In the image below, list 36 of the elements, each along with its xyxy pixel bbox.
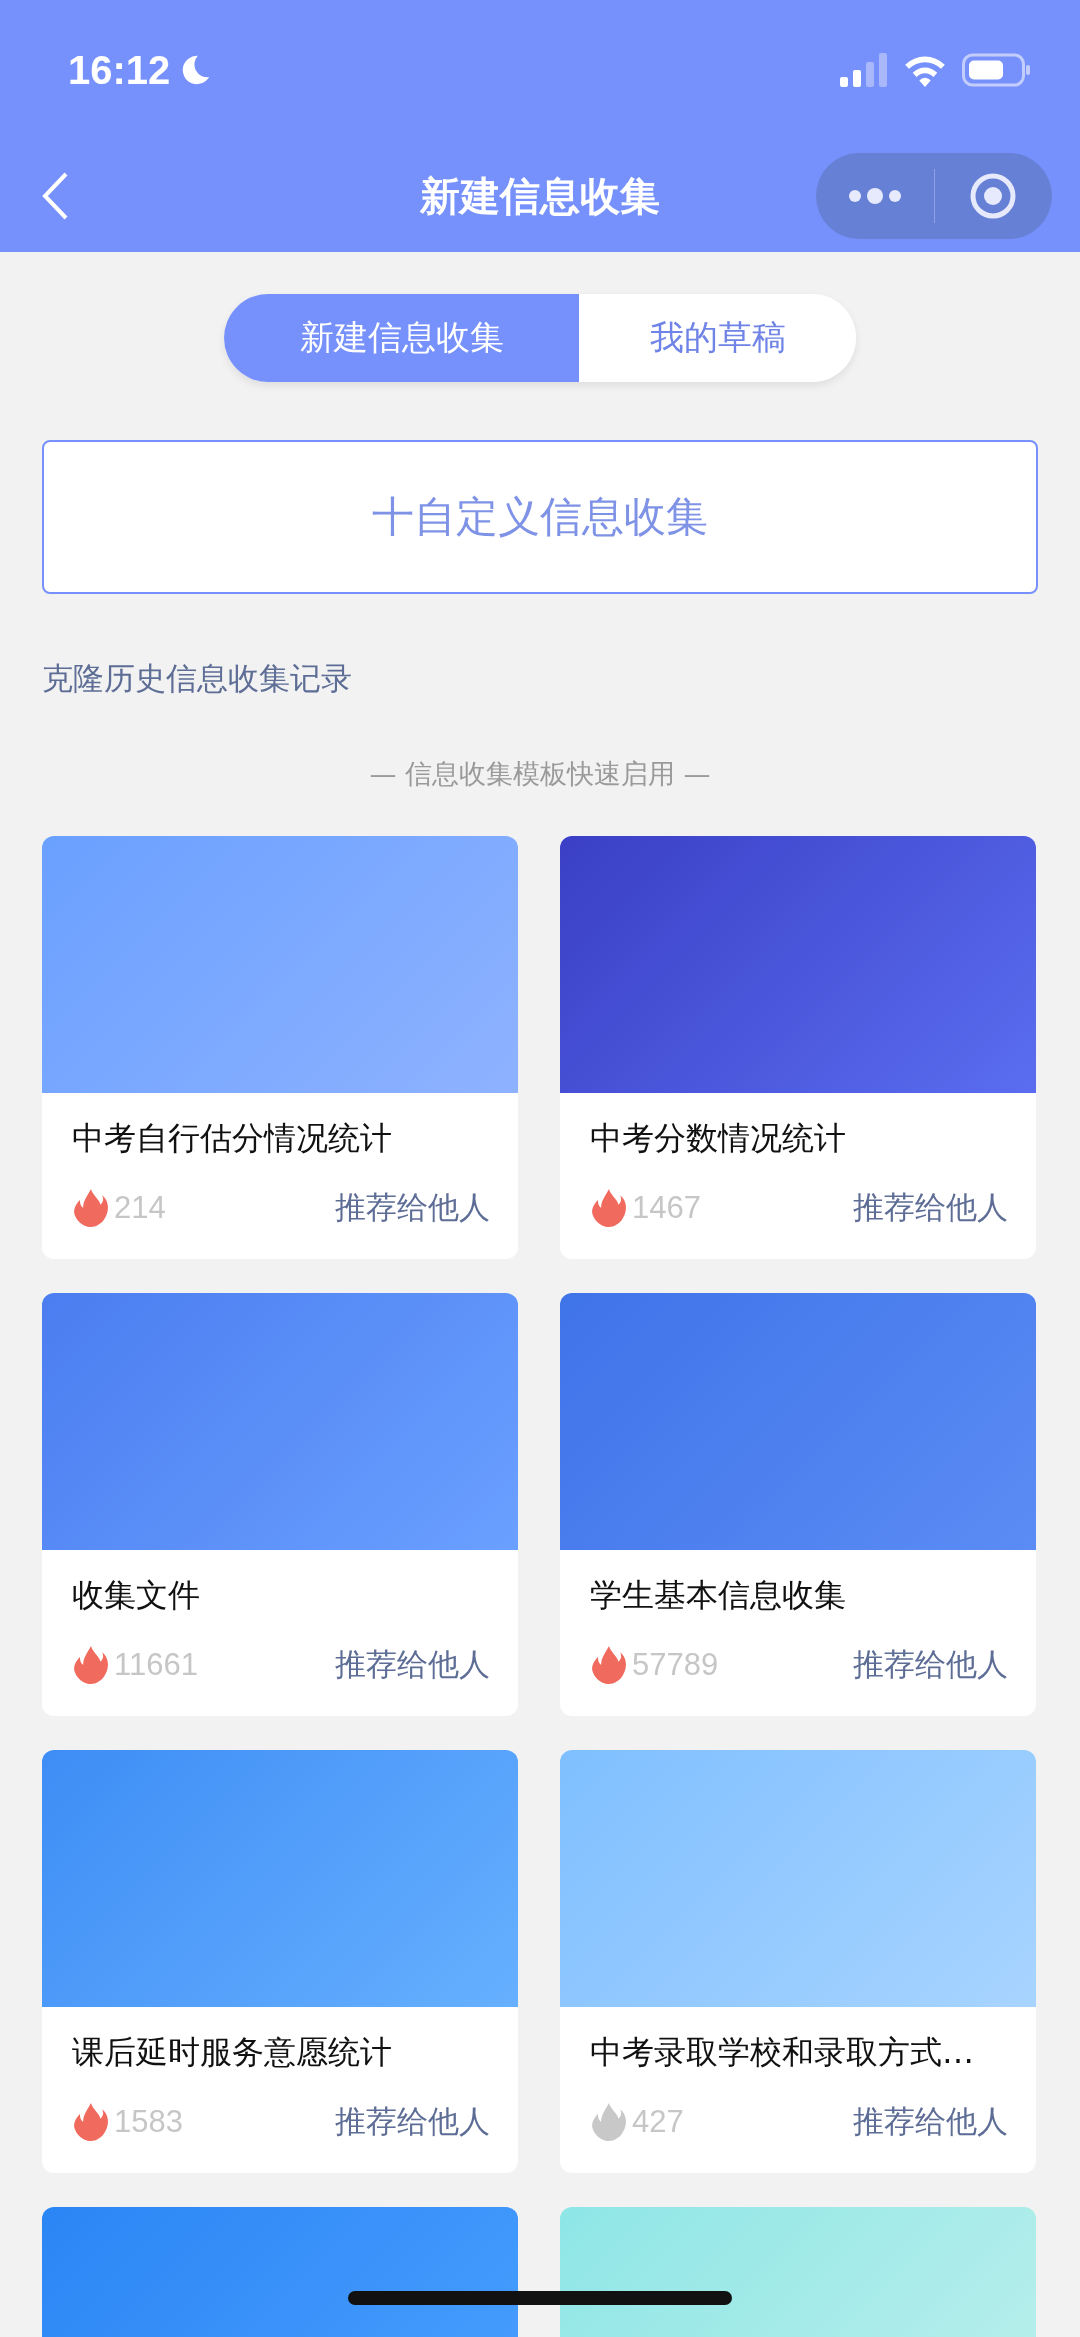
- template-card[interactable]: 收集文件 11661 推荐给他人: [42, 1293, 518, 1716]
- target-icon: [969, 172, 1018, 220]
- recommend-link[interactable]: 推荐给他人: [335, 1187, 490, 1229]
- use-count: 214: [114, 1190, 166, 1226]
- battery-icon: [962, 53, 1030, 87]
- use-count: 11661: [114, 1647, 198, 1683]
- status-time: 16:12: [68, 47, 171, 93]
- card-title: 中考自行估分情况统计: [71, 1118, 393, 1159]
- template-card[interactable]: 中考自行估分情况统计 214 推荐给他人: [42, 836, 518, 1259]
- recommend-link[interactable]: 推荐给他人: [853, 2101, 1008, 2143]
- template-card[interactable]: 学生基本信息收集 57789 推荐给他人: [560, 1293, 1036, 1716]
- custom-collection-button[interactable]: 十自定义信息收集: [42, 440, 1038, 594]
- template-card[interactable]: 中考录取学校和录取方式… 427 推荐给他人: [560, 1750, 1036, 2173]
- card-title: 收集文件: [71, 1575, 201, 1616]
- recommend-link[interactable]: 推荐给他人: [335, 2101, 490, 2143]
- back-icon[interactable]: [40, 171, 70, 221]
- signal-icon: [840, 53, 888, 87]
- card-title: 中考分数情况统计: [589, 1118, 847, 1159]
- use-count: 427: [632, 2104, 684, 2140]
- card-title: 学生基本信息收集: [589, 1575, 847, 1616]
- recommend-link[interactable]: 推荐给他人: [853, 1187, 1008, 1229]
- template-card[interactable]: 中考分数情况统计 1467 推荐给他人: [560, 836, 1036, 1259]
- use-count: 1467: [632, 1190, 701, 1226]
- section-title: — 信息收集模板快速启用 —: [369, 757, 711, 791]
- recommend-link[interactable]: 推荐给他人: [853, 1644, 1008, 1686]
- card-title: 中考录取学校和录取方式…: [589, 2032, 975, 2073]
- card-title: 课后延时服务意愿统计: [71, 2032, 393, 2073]
- recommend-link[interactable]: 推荐给他人: [335, 1644, 490, 1686]
- segment-tab[interactable]: 我的草稿: [579, 294, 856, 382]
- use-count: 57789: [632, 1647, 719, 1683]
- segment-tab[interactable]: 新建信息收集: [224, 294, 579, 382]
- more-icon: [846, 187, 903, 205]
- template-card[interactable]: 课后延时服务意愿统计 1583 推荐给他人: [42, 1750, 518, 2173]
- page-title: 新建信息收集: [420, 171, 660, 221]
- use-count: 1583: [114, 2104, 183, 2140]
- clone-history-link[interactable]: 克隆历史信息收集记录: [42, 658, 352, 700]
